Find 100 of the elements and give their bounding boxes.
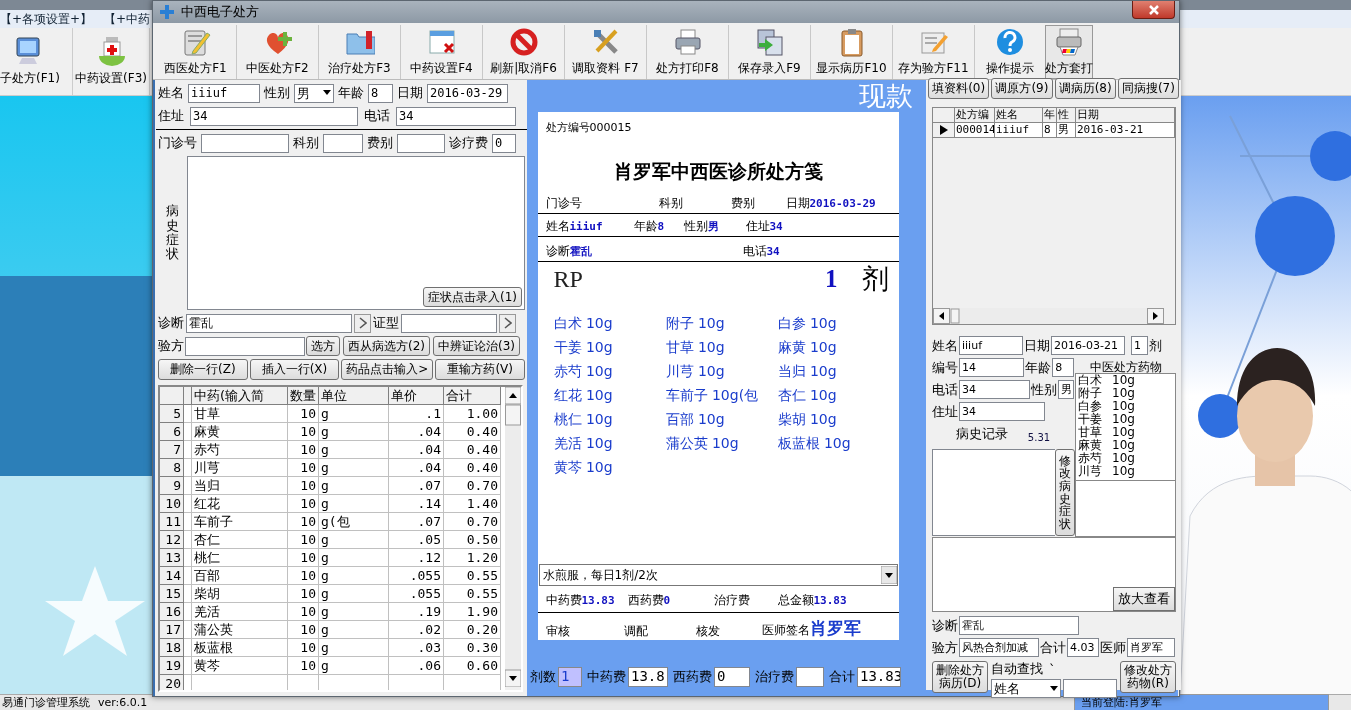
scrollbar[interactable] [505, 387, 521, 687]
toolbar-button[interactable]: 保存录入F9 [729, 25, 811, 79]
action-button[interactable]: 删除一行(Z) [158, 359, 248, 380]
printer-icon [672, 27, 703, 57]
input-field[interactable]: 0 [714, 667, 750, 687]
toolbar-button[interactable]: 中药设置F4 [401, 25, 483, 79]
field-value: 0 [663, 594, 671, 607]
table-cell: 当归 [192, 477, 288, 495]
toolbar-button[interactable]: 子处方(F1) [0, 28, 73, 95]
field-value: 2016-03-29 [809, 197, 876, 210]
toolbar-button[interactable]: 中药设置(F3) [73, 28, 150, 95]
action-button[interactable]: 重输方药(V) [435, 359, 525, 380]
text-area[interactable]: 症状点击录入(1) [187, 156, 525, 310]
herb-item: 蒲公英 10g [665, 435, 740, 453]
input-field[interactable]: iiiuf [959, 336, 1023, 355]
input-field[interactable]: 4.03 [1067, 638, 1099, 657]
arrow-button[interactable] [354, 313, 371, 333]
input-field[interactable]: 霍乱 [959, 616, 1079, 635]
action-button[interactable]: 药品点击输入> [341, 359, 434, 380]
field-label: 诊疗费 [449, 134, 488, 152]
dose-unit: 剂 [861, 262, 889, 296]
herb-item: 杏仁 10g [777, 387, 838, 405]
column-header: 处方编 [955, 108, 995, 123]
action-button[interactable]: 选方 [306, 336, 340, 356]
table-cell: 赤芍 [192, 441, 288, 459]
input-field[interactable]: 34 [190, 106, 358, 126]
menu-item[interactable]: 【+中药 [104, 10, 151, 28]
table-cell: .04 [389, 423, 444, 441]
input-field[interactable]: iiiuf [188, 83, 260, 103]
input-field[interactable]: 霍乱 [186, 313, 352, 333]
input-field[interactable]: 2016-03-29 [427, 83, 508, 103]
input-field[interactable]: 1 [558, 667, 582, 687]
field-label: 医师签名 [761, 623, 810, 637]
text-area[interactable]: 放大查看 [932, 537, 1176, 612]
input-field[interactable] [201, 133, 289, 153]
table-cell: 车前子 [192, 513, 288, 531]
window-x-icon [426, 27, 457, 57]
input-field[interactable] [185, 336, 305, 356]
input-field[interactable]: 风热合剂加减 [959, 638, 1039, 657]
close-button[interactable] [1132, 1, 1175, 19]
toolbar-button[interactable]: 调取资料 F7 [565, 25, 647, 79]
toolbar-button[interactable]: 刷新|取消F6 [483, 25, 565, 79]
field-label: 费别 [730, 196, 755, 210]
action-button[interactable]: 症状点击录入(1) [423, 287, 522, 307]
action-button[interactable]: 修改病史症状 [1055, 449, 1075, 536]
table-cell: .04 [389, 441, 444, 459]
list-item: 10g [1112, 374, 1136, 387]
action-button[interactable]: 插入一行(X) [249, 359, 340, 380]
input-field[interactable]: 8 [1052, 358, 1074, 377]
input-field[interactable]: 8 [368, 83, 393, 103]
field-label: 自动查找 [991, 660, 1043, 678]
action-button[interactable]: 删除处方病历(D) [932, 661, 988, 693]
search-dropdown[interactable]: 姓名 [991, 679, 1061, 698]
toolbar-button[interactable]: 处方套打 [1045, 25, 1093, 79]
sex-dropdown[interactable]: 男 [294, 83, 334, 103]
tab-button[interactable]: 调原方(9) [991, 78, 1053, 99]
input-field[interactable] [401, 313, 497, 333]
chevron-right-icon [503, 317, 512, 329]
field-label: 中药费 [587, 668, 626, 686]
table-cell: g(包 [319, 513, 389, 531]
table-cell: g [319, 495, 389, 513]
input-field[interactable]: 34 [959, 402, 1045, 421]
tab-button[interactable]: 同病搜(7) [1117, 78, 1179, 99]
usage-dropdown[interactable]: 水煎服，每日1剂/2次 [538, 564, 898, 586]
action-button[interactable]: 西从病选方(2) [343, 336, 430, 356]
input-field[interactable] [796, 667, 824, 687]
arrow-button[interactable] [499, 313, 516, 333]
input-field[interactable]: 34 [396, 106, 516, 126]
scrollbar[interactable] [933, 308, 1164, 324]
toolbar-button[interactable]: 显示病历F10 [811, 25, 893, 79]
input-field[interactable]: 0 [492, 133, 516, 153]
text-area[interactable] [932, 449, 1055, 536]
table-cell: 桃仁 [192, 549, 288, 567]
input-field[interactable] [397, 133, 445, 153]
input-field[interactable]: 肖罗军 [1127, 638, 1175, 657]
tab-button[interactable]: 调病历(8) [1054, 78, 1116, 99]
toolbar-button[interactable]: 中医处方F2 [237, 25, 319, 79]
tab-button[interactable]: 填资料(0) [928, 78, 990, 99]
toolbar-button[interactable]: 处方打印F8 [647, 25, 729, 79]
list-item: 10g [1112, 439, 1136, 452]
input-field[interactable]: 2016-03-21 [1051, 336, 1125, 355]
toolbar-button[interactable]: 西医处方F1 [155, 25, 237, 79]
input-field[interactable]: 34 [959, 380, 1031, 399]
input-field[interactable]: 14 [959, 358, 1025, 377]
action-button[interactable]: 放大查看 [1113, 587, 1175, 611]
column-header: 日期 [1076, 108, 1175, 123]
menu-item[interactable]: 【+各项设置+】 [0, 10, 93, 28]
action-button[interactable]: 修改处方药物(R) [1120, 661, 1176, 693]
table-cell: g [319, 639, 389, 657]
action-button[interactable]: 中辨证论治(3) [433, 336, 520, 356]
table-cell: 10 [288, 657, 319, 675]
medicine-bottle-icon [96, 36, 126, 66]
input-field[interactable]: 13.8 [628, 667, 668, 687]
input-field[interactable]: 男 [1058, 380, 1074, 399]
field-label: 姓名 [932, 337, 958, 355]
input-field[interactable]: 1 [1131, 336, 1148, 355]
input-field[interactable] [1063, 679, 1117, 698]
toolbar-button[interactable]: 操作提示 [975, 25, 1045, 79]
toolbar-button[interactable]: 治疗处方F3 [319, 25, 401, 79]
input-field[interactable] [323, 133, 363, 153]
